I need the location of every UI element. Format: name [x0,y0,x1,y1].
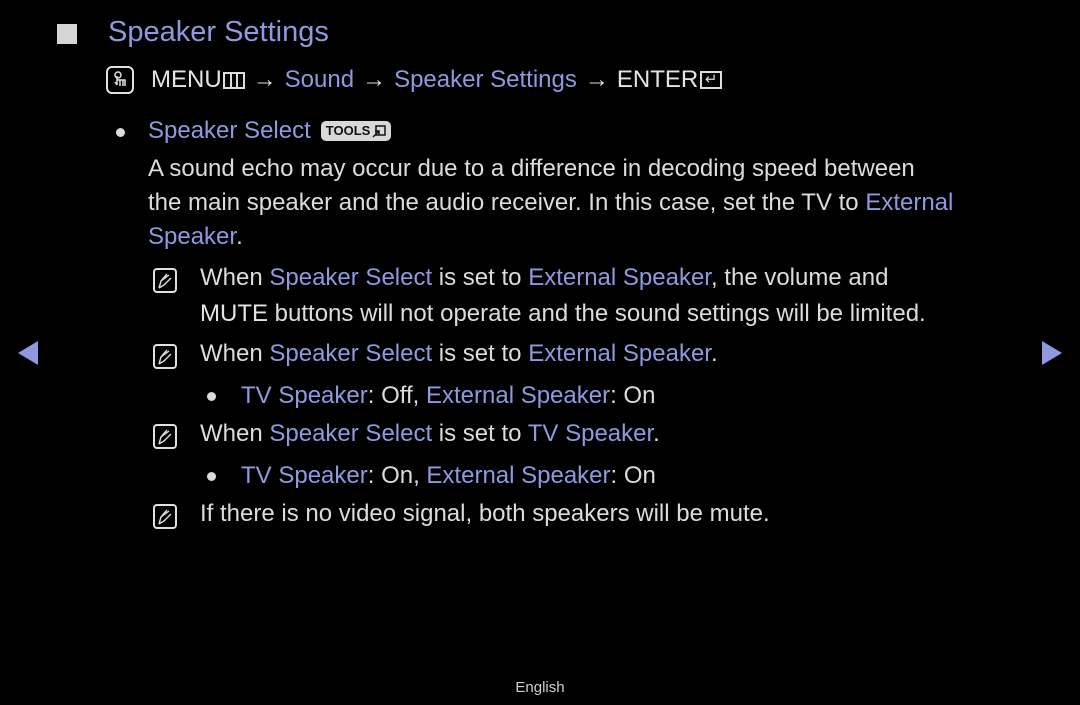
speaker-highlight: Speaker [148,223,237,250]
tools-icon [372,124,387,138]
note-text: is set to [432,420,528,447]
note-highlight: External Speaker [425,382,611,409]
note-highlight: External Speaker [528,340,711,367]
section-title: Speaker Select TOOLS [148,117,392,145]
note-text: When [200,264,270,291]
note-text: . [653,420,660,447]
note-text: : On [610,382,656,409]
menu-icon [222,71,245,89]
arrow-icon: → [362,66,387,93]
note-icon [153,344,177,369]
note-highlight: TV Speaker [241,382,368,409]
language-label: English [515,679,565,696]
external-highlight: External [865,189,954,216]
description-line: the main speaker and the audio receiver.… [148,186,953,220]
speaker-select-label: Speaker Select [148,117,311,144]
note-text: : On, [367,462,427,489]
description-text: the main speaker and the audio receiver.… [148,189,866,216]
menu-path: MENU → Sound → Speaker Settings → ENTER … [106,66,723,94]
note-3: When Speaker Select is set to TV Speaker… [200,416,660,452]
note-icon [153,268,177,293]
note-icon [153,424,177,449]
note-highlight: External Speaker [426,462,611,489]
hand-icon [106,66,134,94]
mute-label: MUTE [200,300,268,327]
path-speaker-settings[interactable]: Speaker Settings [394,66,577,94]
note-4: If there is no video signal, both speake… [200,500,770,527]
enter-icon: ↵ [700,71,723,89]
note-3-sub: TV Speaker: On, External Speaker: On [241,458,656,494]
note-highlight: Speaker Select [269,420,433,447]
note-text: , the volume and [710,264,889,291]
note-text: is set to [432,340,529,367]
next-page-arrow-icon[interactable] [1042,341,1062,365]
note-2-sub: TV Speaker: Off, External Speaker: On [241,378,655,414]
note-text: : On [610,462,656,489]
note-highlight: TV Speaker [527,420,654,447]
arrow-icon: → [584,66,609,93]
title-square-icon [57,24,77,44]
note-text: When [200,420,270,447]
enter-label: ENTER [616,66,699,93]
note-highlight: TV Speaker [241,462,368,489]
previous-page-arrow-icon[interactable] [18,341,38,365]
tools-label: TOOLS [325,123,371,138]
note-text: When [200,340,270,367]
tools-badge: TOOLS [320,121,392,141]
bullet-icon [207,472,216,481]
note-text: . [710,340,718,367]
note-1: When Speaker Select is set to External S… [200,260,926,332]
note-highlight: External Speaker [528,264,711,291]
section-description: A sound echo may occur due to a differen… [148,152,953,254]
arrow-icon: → [252,66,277,93]
note-icon [153,504,177,529]
description-text: . [236,223,243,250]
description-line: A sound echo may occur due to a differen… [148,155,915,182]
note-highlight: Speaker Select [269,264,433,291]
page-title: Speaker Settings [108,16,329,48]
note-highlight: Speaker Select [269,340,433,367]
note-text: buttons will not operate and the sound s… [268,300,926,327]
note-text: : Off, [367,382,426,409]
bullet-icon [207,392,216,401]
note-2: When Speaker Select is set to External S… [200,336,718,372]
path-sound[interactable]: Sound [285,66,354,94]
bullet-icon [116,128,125,137]
menu-label: MENU [151,66,222,93]
note-text: is set to [432,264,529,291]
description-line: Speaker. [148,220,953,254]
